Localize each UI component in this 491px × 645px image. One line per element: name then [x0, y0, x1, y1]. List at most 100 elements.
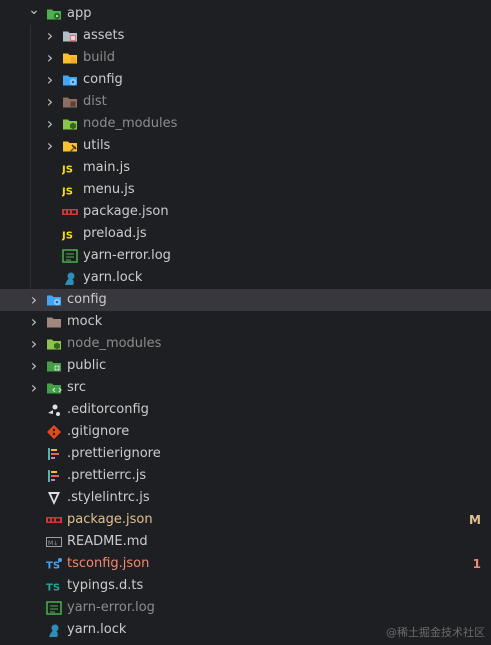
yarn-file-icon — [46, 622, 62, 638]
tree-item-label: utils — [83, 138, 111, 153]
chevron-down-icon[interactable]: ⌄ — [28, 3, 40, 25]
svg-text:M↓: M↓ — [48, 540, 58, 547]
tree-file-row[interactable]: TS tsconfig.json 1 — [0, 553, 491, 575]
tree-folder-row[interactable]: › public — [0, 355, 491, 377]
tree-item-label: src — [67, 380, 86, 395]
tree-item-label: package.json — [83, 204, 169, 219]
markdown-file-icon: M↓ — [46, 534, 62, 550]
watermark: @稀土掘金技术社区 — [386, 626, 485, 639]
svg-text:TS: TS — [46, 583, 60, 594]
tree-item-label: menu.js — [83, 182, 135, 197]
tree-item-label: .prettierrc.js — [67, 468, 147, 483]
chevron-right-icon[interactable]: › — [28, 377, 40, 399]
tree-item-label: node_modules — [83, 116, 178, 131]
chevron-right-icon[interactable]: › — [28, 333, 40, 355]
folder-config-icon — [46, 292, 62, 308]
log-file-icon — [46, 600, 62, 616]
tree-folder-row[interactable]: › dist — [0, 91, 491, 113]
chevron-right-icon[interactable]: › — [44, 69, 56, 91]
folder-src-icon — [46, 380, 62, 396]
tree-file-row[interactable]: .editorconfig — [0, 399, 491, 421]
ts-file-icon: TS — [46, 578, 62, 594]
tree-item-label: .stylelintrc.js — [67, 490, 150, 505]
tree-item-label: package.json — [67, 512, 153, 527]
tree-folder-row[interactable]: ⌄ app — [0, 3, 491, 25]
folder-public-icon — [46, 358, 62, 374]
tree-file-row[interactable]: M↓ README.md — [0, 531, 491, 553]
tree-file-row[interactable]: JS main.js — [0, 157, 491, 179]
prettier-file-icon — [46, 446, 62, 462]
tree-file-row[interactable]: JS preload.js — [0, 223, 491, 245]
folder-app-icon — [46, 6, 62, 22]
tree-item-label: yarn-error.log — [67, 600, 155, 615]
npm-file-icon — [46, 512, 62, 528]
tree-folder-row[interactable]: › config — [0, 289, 491, 311]
tree-item-label: .gitignore — [67, 424, 130, 439]
tree-item-label: .editorconfig — [67, 402, 149, 417]
tree-item-label: yarn.lock — [67, 622, 127, 637]
tree-folder-row[interactable]: › src — [0, 377, 491, 399]
tree-file-row[interactable]: .stylelintrc.js — [0, 487, 491, 509]
folder-dist-icon — [62, 94, 78, 110]
tree-item-label: build — [83, 50, 115, 65]
prettier-file-icon — [46, 468, 62, 484]
tree-folder-row[interactable]: › node_modules — [0, 113, 491, 135]
tree-item-label: yarn-error.log — [83, 248, 171, 263]
js-file-icon: JS — [62, 226, 78, 242]
chevron-right-icon[interactable]: › — [28, 289, 40, 311]
tree-file-row[interactable]: .gitignore — [0, 421, 491, 443]
js-file-icon: JS — [62, 182, 78, 198]
tree-item-label: app — [67, 6, 92, 21]
tree-folder-row[interactable]: › build — [0, 47, 491, 69]
tree-folder-row[interactable]: › config — [0, 69, 491, 91]
folder-node-modules-icon — [46, 336, 62, 352]
js-file-icon: JS — [62, 160, 78, 176]
tree-file-row[interactable]: package.json — [0, 201, 491, 223]
tree-folder-row[interactable]: › utils — [0, 135, 491, 157]
yarn-file-icon — [62, 270, 78, 286]
tree-file-row[interactable]: TS typings.d.ts — [0, 575, 491, 597]
tree-item-label: public — [67, 358, 107, 373]
folder-utils-icon — [62, 138, 78, 154]
file-explorer-tree: ⌄ app › assets › build › config › dist › node_modul… — [0, 0, 491, 645]
tree-item-label: config — [83, 72, 123, 87]
tree-item-label: config — [67, 292, 107, 307]
git-modified-badge: M — [469, 513, 481, 527]
chevron-right-icon[interactable]: › — [44, 25, 56, 47]
chevron-right-icon[interactable]: › — [44, 47, 56, 69]
tree-folder-row[interactable]: › mock — [0, 311, 491, 333]
tree-item-label: node_modules — [67, 336, 162, 351]
chevron-right-icon[interactable]: › — [44, 91, 56, 113]
svg-text:TS: TS — [46, 561, 60, 572]
stylelint-file-icon — [46, 490, 62, 506]
svg-text:JS: JS — [62, 165, 73, 176]
editorconfig-file-icon — [46, 402, 62, 418]
tree-file-row[interactable]: .prettierignore — [0, 443, 491, 465]
tree-item-label: preload.js — [83, 226, 147, 241]
problem-count-badge: 1 — [472, 557, 481, 571]
log-file-icon — [62, 248, 78, 264]
chevron-right-icon[interactable]: › — [44, 113, 56, 135]
tree-item-label: assets — [83, 28, 125, 43]
svg-text:JS: JS — [62, 231, 73, 242]
tree-folder-row[interactable]: › assets — [0, 25, 491, 47]
tree-item-label: tsconfig.json — [67, 556, 150, 571]
tree-file-row[interactable]: yarn-error.log — [0, 597, 491, 619]
tree-item-label: main.js — [83, 160, 130, 175]
folder-node-modules-icon — [62, 116, 78, 132]
tree-file-row[interactable]: package.json M — [0, 509, 491, 531]
tree-item-label: yarn.lock — [83, 270, 143, 285]
tree-file-row[interactable]: .prettierrc.js — [0, 465, 491, 487]
tree-file-row[interactable]: yarn-error.log — [0, 245, 491, 267]
chevron-right-icon[interactable]: › — [28, 355, 40, 377]
chevron-right-icon[interactable]: › — [28, 311, 40, 333]
folder-assets-icon — [62, 28, 78, 44]
folder-build-icon — [62, 50, 78, 66]
tsconfig-file-icon: TS — [46, 556, 62, 572]
tree-item-label: dist — [83, 94, 107, 109]
tree-file-row[interactable]: JS menu.js — [0, 179, 491, 201]
tree-folder-row[interactable]: › node_modules — [0, 333, 491, 355]
tree-item-label: README.md — [67, 534, 148, 549]
tree-file-row[interactable]: yarn.lock — [0, 267, 491, 289]
chevron-right-icon[interactable]: › — [44, 135, 56, 157]
